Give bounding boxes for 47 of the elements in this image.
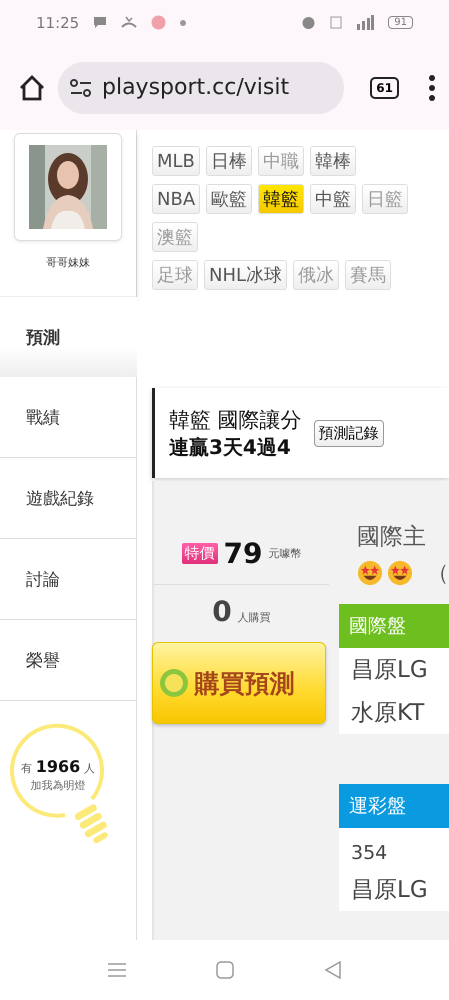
signal-icon	[356, 15, 374, 30]
star-eyes-emoji-icon	[387, 559, 413, 587]
odds-line: 昌原LG	[350, 876, 429, 905]
fan-caption: 加我為明燈	[30, 778, 86, 793]
site-settings-icon	[70, 78, 92, 96]
odds-card-header: 國際盤	[339, 604, 449, 648]
missed-call-icon	[121, 16, 138, 29]
records-button[interactable]: 預測記錄	[314, 420, 384, 446]
battery-icon: 91	[388, 16, 413, 29]
buyer-label: 人購買	[238, 610, 271, 625]
league-tag[interactable]: 日棒	[206, 146, 252, 176]
pick-title: 國際主	[356, 523, 427, 552]
price-unit: 元噱幣	[268, 546, 302, 561]
back-icon[interactable]	[324, 961, 342, 979]
star-eyes-emoji-icon	[357, 559, 383, 587]
price: 79	[224, 537, 262, 570]
coin-icon	[158, 668, 188, 698]
buy-prediction-button[interactable]: 購買預測	[152, 642, 326, 724]
league-tag[interactable]: 韓棒	[310, 146, 356, 176]
sidebar-tab[interactable]: 預測	[0, 297, 137, 377]
odds-line: 昌原LG	[350, 656, 429, 685]
chat-bubble-icon	[93, 16, 108, 29]
league-tag[interactable]: NBA	[152, 184, 200, 214]
fan-count: 有 1966 人	[21, 757, 95, 776]
win-streak: 連贏3天4過4	[169, 434, 292, 460]
buyer-count: 0	[212, 595, 232, 628]
league-tag[interactable]: 歐籃	[206, 184, 252, 214]
league-tag[interactable]: MLB	[152, 146, 200, 176]
menu-icon[interactable]	[429, 74, 435, 100]
league-tag[interactable]: 韓籃	[258, 184, 304, 214]
user-name: 哥哥妹妹	[46, 255, 90, 270]
app-notification-icon	[151, 15, 166, 30]
sale-badge: 特價	[182, 543, 218, 564]
odds-line: 水原KT	[350, 699, 426, 728]
dot-icon	[180, 20, 186, 26]
odds-line: 354	[350, 841, 388, 866]
address-bar[interactable]: playsport.cc/visit	[58, 62, 344, 114]
home-icon[interactable]	[18, 74, 46, 100]
clock-time: 11:25	[36, 14, 80, 32]
home-square-icon[interactable]	[216, 961, 234, 979]
pick-note: （	[427, 560, 449, 588]
tab-count-button[interactable]: 61	[370, 76, 399, 98]
league-tag[interactable]: 中籃	[310, 184, 356, 214]
avatar-card[interactable]	[14, 133, 122, 241]
header-title: 韓籃 國際讓分	[169, 406, 302, 434]
league-tag[interactable]: NHL冰球	[204, 260, 288, 290]
odds-card-header: 運彩盤	[339, 784, 449, 828]
